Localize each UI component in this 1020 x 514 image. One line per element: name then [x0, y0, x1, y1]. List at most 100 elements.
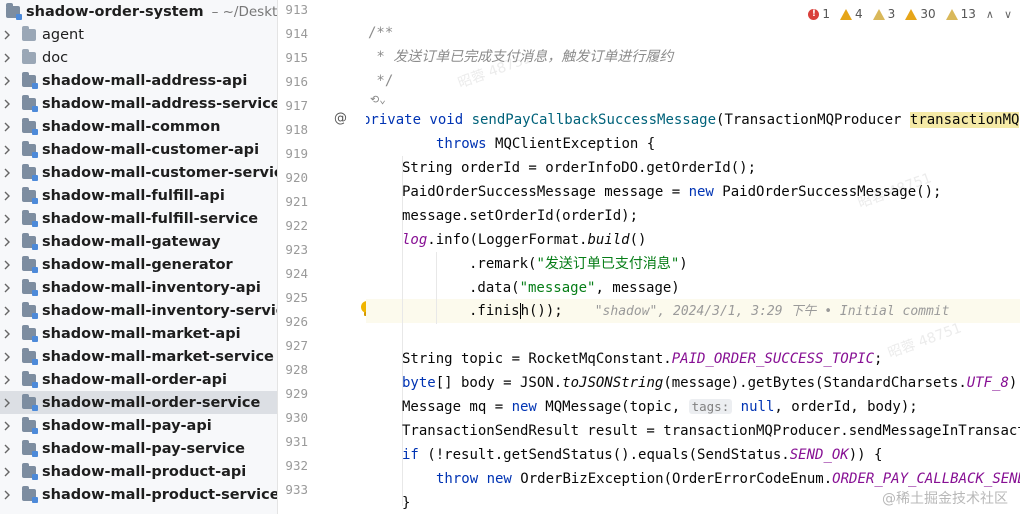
tree-item-label: shadow-mall-inventory-api [42, 279, 261, 296]
chevron-right-icon[interactable] [2, 122, 12, 132]
module-folder-icon [22, 186, 38, 204]
tree-item-shadow-mall-product-service[interactable]: shadow-mall-product-service [0, 483, 277, 506]
tree-item-shadow-mall-common[interactable]: shadow-mall-common [0, 115, 277, 138]
tree-item-shadow-mall-market-api[interactable]: shadow-mall-market-api [0, 322, 277, 345]
parameter-hint: tags: [688, 399, 733, 414]
module-folder-icon [22, 370, 38, 388]
tree-item-label: doc [42, 49, 69, 66]
module-folder-icon [22, 485, 38, 503]
tree-item-shadow-mall-order-service[interactable]: shadow-mall-order-service [0, 391, 277, 414]
tree-item-label: shadow-mall-product-service [42, 486, 277, 503]
chevron-right-icon[interactable] [2, 99, 12, 109]
chevron-right-icon[interactable] [2, 375, 12, 385]
chevron-right-icon[interactable] [2, 306, 12, 316]
tree-item-label: agent [42, 26, 84, 43]
code-line-915: * 发送订单已完成支付消息，触发订单进行履约 [368, 49, 674, 65]
line-number: 914 [285, 26, 308, 41]
git-blame-annotation[interactable]: "shadow", 2024/3/1, 3:29 下午 • Initial co… [595, 304, 950, 319]
code-line-923: .remark("发送订单已支付消息") [469, 256, 688, 272]
project-root-row[interactable]: shadow-order-system – ~/Desktop [0, 0, 277, 23]
module-folder-icon [22, 439, 38, 457]
line-number: 929 [285, 386, 308, 401]
tree-item-shadow-mall-pay-api[interactable]: shadow-mall-pay-api [0, 414, 277, 437]
module-folder-icon [22, 347, 38, 365]
override-icon[interactable]: @ [334, 111, 347, 126]
tree-item-agent[interactable]: agent [0, 23, 277, 46]
module-folder-icon [22, 209, 38, 227]
tree-item-shadow-mall-fulfill-api[interactable]: shadow-mall-fulfill-api [0, 184, 277, 207]
line-number: 928 [285, 362, 308, 377]
other-count[interactable]: 13 [945, 7, 976, 21]
module-folder-icon [22, 393, 38, 411]
code-line-921: message.setOrderId(orderId); [402, 208, 639, 224]
line-number: 930 [285, 410, 308, 425]
chevron-right-icon[interactable] [2, 168, 12, 178]
tree-item-shadow-mall-inventory-service[interactable]: shadow-mall-inventory-service [0, 299, 277, 322]
code-line-920: PaidOrderSuccessMessage message = new Pa… [402, 184, 942, 200]
tree-item-shadow-mall-gateway[interactable]: shadow-mall-gateway [0, 230, 277, 253]
tree-item-doc[interactable]: doc [0, 46, 277, 69]
tree-item-shadow-mall-address-api[interactable]: shadow-mall-address-api [0, 69, 277, 92]
warning-icon [840, 8, 853, 20]
chevron-right-icon[interactable] [2, 329, 12, 339]
error-count[interactable]: ! 1 [808, 7, 830, 21]
tree-item-shadow-mall-order-api[interactable]: shadow-mall-order-api [0, 368, 277, 391]
typo-count[interactable]: 30 [905, 7, 936, 21]
weak-warning-icon [945, 8, 958, 20]
tree-item-shadow-mall-market-service[interactable]: shadow-mall-market-service [0, 345, 277, 368]
site-watermark: @稀土掘金技术社区 [882, 491, 1008, 507]
module-folder-icon [22, 71, 38, 89]
code-line-933: } [402, 495, 411, 511]
chevron-right-icon[interactable] [2, 444, 12, 454]
tree-item-label: shadow-mall-generator [42, 256, 233, 273]
tree-item-shadow-mall-customer-service[interactable]: shadow-mall-customer-service [0, 161, 277, 184]
module-folder-icon [22, 232, 38, 250]
project-tree-panel: shadow-order-system – ~/Desktop agent doc… [0, 0, 278, 514]
chevron-down-icon[interactable]: ∨ [1004, 8, 1012, 21]
line-number: 925 [285, 290, 308, 305]
chevron-right-icon[interactable] [2, 145, 12, 155]
chevron-right-icon[interactable] [2, 421, 12, 431]
chevron-up-icon[interactable]: ∧ [986, 8, 994, 21]
tree-item-shadow-mall-pay-service[interactable]: shadow-mall-pay-service [0, 437, 277, 460]
code-line-917: private void sendPayCallbackSuccessMessa… [366, 112, 1020, 128]
editor-gutter: 913 914 915 916 917 918 919 920 921 922 923 924 925 9… [278, 0, 373, 514]
chevron-right-icon[interactable] [2, 283, 12, 293]
inspection-widget[interactable]: ! 1 4 3 30 13 ∧ ∨ [808, 0, 1020, 28]
weak-warning-count[interactable]: 3 [872, 7, 895, 21]
code-editor[interactable]: 昭蓉 48751 昭蓉 48751 昭蓉 48751 /** * 发送订单已完成… [366, 0, 1020, 514]
line-number: 926 [285, 314, 308, 329]
chevron-right-icon[interactable] [2, 76, 12, 86]
tree-item-label: shadow-mall-fulfill-api [42, 187, 225, 204]
code-line-925: .finish()); "shadow", 2024/3/1, 3:29 下午 •… [469, 303, 950, 319]
code-line-924: .data("message", message) [469, 280, 680, 296]
chevron-right-icon[interactable] [2, 30, 12, 40]
tree-item-shadow-mall-fulfill-service[interactable]: shadow-mall-fulfill-service [0, 207, 277, 230]
tree-item-shadow-mall-inventory-api[interactable]: shadow-mall-inventory-api [0, 276, 277, 299]
chevron-right-icon[interactable] [2, 490, 12, 500]
tree-item-shadow-mall-address-service[interactable]: shadow-mall-address-service [0, 92, 277, 115]
chevron-right-icon[interactable] [2, 237, 12, 247]
chevron-right-icon[interactable] [2, 467, 12, 477]
tree-item-shadow-mall-customer-api[interactable]: shadow-mall-customer-api [0, 138, 277, 161]
chevron-right-icon[interactable] [2, 398, 12, 408]
module-folder-icon [22, 94, 38, 112]
tree-item-shadow-mall-product-api[interactable]: shadow-mall-product-api [0, 460, 277, 483]
chevron-right-icon[interactable] [2, 352, 12, 362]
module-folder-icon [22, 163, 38, 181]
tree-item-shadow-mall-generator[interactable]: shadow-mall-generator [0, 253, 277, 276]
project-path: – ~/Desktop [211, 3, 277, 20]
module-folder-icon [22, 140, 38, 158]
chevron-right-icon[interactable] [2, 53, 12, 63]
chevron-right-icon[interactable] [2, 214, 12, 224]
warning-count[interactable]: 4 [840, 7, 863, 21]
code-line-930: TransactionSendResult result = transacti… [402, 423, 1020, 439]
module-folder-icon [22, 462, 38, 480]
code-line-927: String topic = RocketMqConstant.PAID_ORD… [402, 351, 883, 367]
tree-item-label: shadow-mall-fulfill-service [42, 210, 259, 227]
line-number: 918 [285, 122, 308, 137]
chevron-right-icon[interactable] [2, 260, 12, 270]
chevron-right-icon[interactable] [2, 191, 12, 201]
line-number: 917 [285, 98, 308, 113]
code-line-918: throws MQClientException { [436, 136, 656, 152]
